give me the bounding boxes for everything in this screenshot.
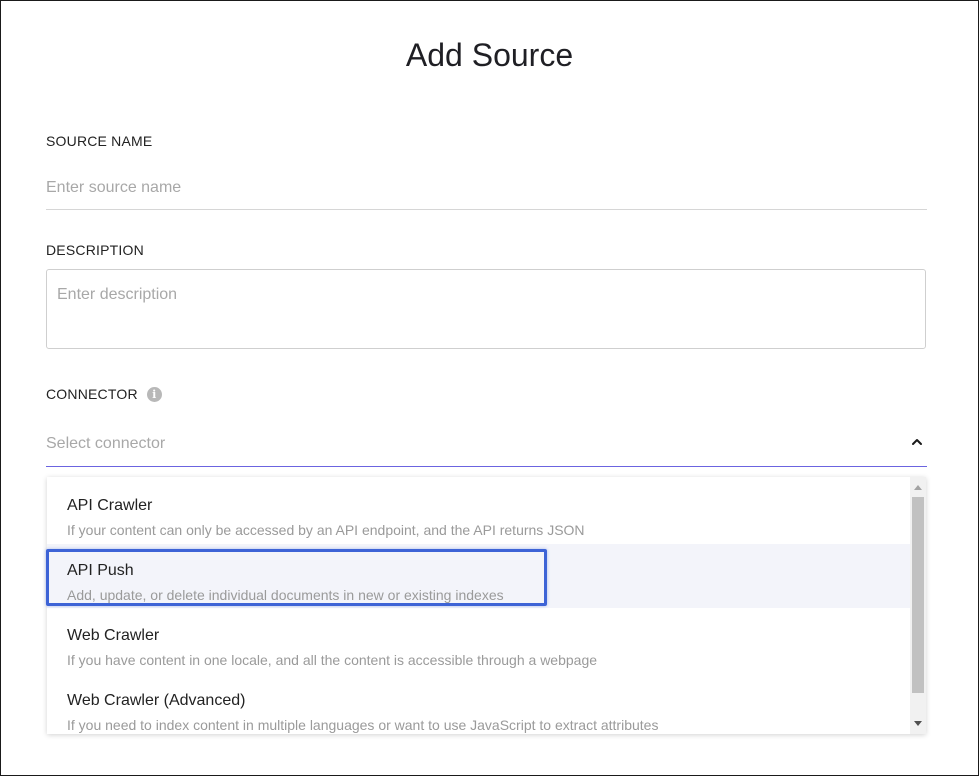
option-title: Web Crawler	[67, 627, 160, 644]
connector-select-placeholder: Select connector	[46, 435, 166, 452]
dropdown-scrollbar[interactable]	[910, 477, 926, 734]
option-web-crawler-advanced[interactable]: Web Crawler (Advanced) If you need to in…	[47, 674, 910, 734]
chevron-up-icon[interactable]	[911, 436, 923, 448]
source-name-input[interactable]	[46, 167, 927, 210]
connector-label: CONNECTOR	[46, 386, 138, 402]
scroll-up-arrow-icon[interactable]	[914, 485, 922, 490]
info-icon[interactable]: i	[146, 386, 162, 402]
option-api-crawler[interactable]: API Crawler If your content can only be …	[47, 479, 910, 543]
connector-label-row: CONNECTOR i	[46, 386, 162, 402]
option-description: If your content can only be accessed by …	[67, 522, 585, 538]
description-textarea[interactable]	[46, 269, 926, 349]
add-source-dialog: Add Source SOURCE NAME DESCRIPTION CONNE…	[0, 0, 979, 776]
scroll-down-arrow-icon[interactable]	[914, 721, 922, 726]
scrollbar-thumb[interactable]	[912, 497, 924, 693]
option-description: Add, update, or delete individual docume…	[67, 587, 504, 603]
option-description: If you have content in one locale, and a…	[67, 652, 598, 668]
option-web-crawler[interactable]: Web Crawler If you have content in one l…	[47, 609, 910, 673]
source-name-label: SOURCE NAME	[46, 133, 153, 149]
option-title: API Crawler	[67, 497, 153, 514]
option-description: If you need to index content in multiple…	[67, 717, 659, 733]
option-api-push[interactable]: API Push Add, update, or delete individu…	[47, 544, 910, 608]
option-title: Web Crawler (Advanced)	[67, 692, 246, 709]
connector-dropdown-list: API Crawler If your content can only be …	[47, 477, 926, 734]
option-title: API Push	[67, 562, 134, 579]
page-title: Add Source	[405, 37, 574, 73]
connector-select[interactable]: Select connector	[46, 421, 927, 467]
description-label: DESCRIPTION	[46, 242, 144, 258]
